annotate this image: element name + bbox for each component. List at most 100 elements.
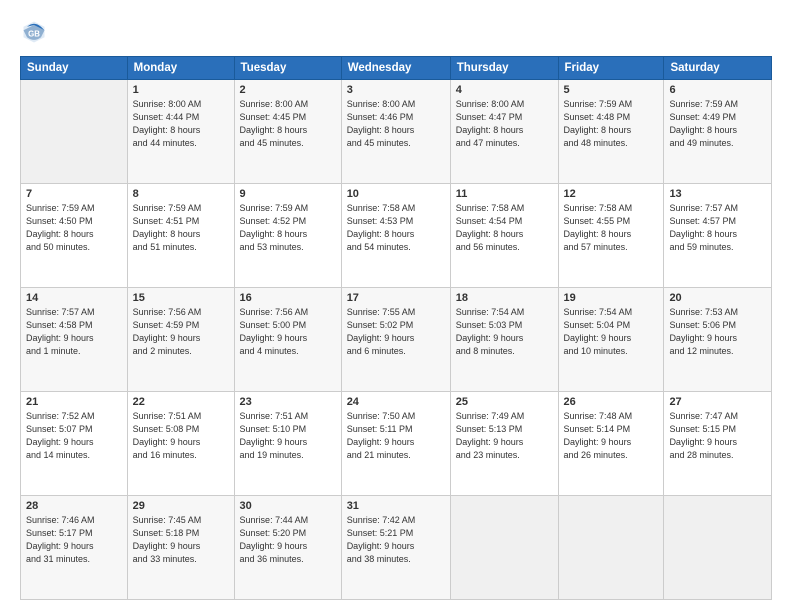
page: GB SundayMondayTuesdayWednesdayThursdayF… [0,0,792,612]
day-info: Sunrise: 8:00 AM Sunset: 4:47 PM Dayligh… [456,98,553,150]
day-info: Sunrise: 7:51 AM Sunset: 5:08 PM Dayligh… [133,410,229,462]
day-info: Sunrise: 7:56 AM Sunset: 5:00 PM Dayligh… [240,306,336,358]
day-info: Sunrise: 7:54 AM Sunset: 5:03 PM Dayligh… [456,306,553,358]
calendar-cell: 25 Sunrise: 7:49 AM Sunset: 5:13 PM Dayli… [450,392,558,496]
header-cell-thursday: Thursday [450,57,558,80]
calendar-header: SundayMondayTuesdayWednesdayThursdayFrid… [21,57,772,80]
logo: GB [20,18,52,46]
calendar-cell [558,496,664,600]
day-number: 11 [456,188,553,200]
calendar-cell: 21 Sunrise: 7:52 AM Sunset: 5:07 PM Dayli… [21,392,128,496]
calendar-week-row: 21 Sunrise: 7:52 AM Sunset: 5:07 PM Dayli… [21,392,772,496]
day-info: Sunrise: 7:51 AM Sunset: 5:10 PM Dayligh… [240,410,336,462]
header-cell-wednesday: Wednesday [341,57,450,80]
day-number: 8 [133,188,229,200]
calendar-cell: 14 Sunrise: 7:57 AM Sunset: 4:58 PM Dayli… [21,288,128,392]
header-cell-tuesday: Tuesday [234,57,341,80]
calendar-cell [664,496,772,600]
day-number: 23 [240,396,336,408]
day-info: Sunrise: 7:48 AM Sunset: 5:14 PM Dayligh… [564,410,659,462]
calendar-cell: 8Sunrise: 7:59 AM Sunset: 4:51 PM Daylig… [127,184,234,288]
day-info: Sunrise: 7:57 AM Sunset: 4:57 PM Dayligh… [669,202,766,254]
day-number: 31 [347,500,445,512]
calendar-cell: 12 Sunrise: 7:58 AM Sunset: 4:55 PM Dayli… [558,184,664,288]
day-info: Sunrise: 7:59 AM Sunset: 4:48 PM Dayligh… [564,98,659,150]
day-info: Sunrise: 7:49 AM Sunset: 5:13 PM Dayligh… [456,410,553,462]
calendar-cell: 23 Sunrise: 7:51 AM Sunset: 5:10 PM Dayli… [234,392,341,496]
header: GB [20,18,772,46]
day-info: Sunrise: 7:57 AM Sunset: 4:58 PM Dayligh… [26,306,122,358]
day-number: 3 [347,84,445,96]
day-info: Sunrise: 7:58 AM Sunset: 4:53 PM Dayligh… [347,202,445,254]
day-info: Sunrise: 7:44 AM Sunset: 5:20 PM Dayligh… [240,514,336,566]
day-info: Sunrise: 7:42 AM Sunset: 5:21 PM Dayligh… [347,514,445,566]
calendar-cell: 15 Sunrise: 7:56 AM Sunset: 4:59 PM Dayli… [127,288,234,392]
day-number: 27 [669,396,766,408]
day-info: Sunrise: 7:58 AM Sunset: 4:55 PM Dayligh… [564,202,659,254]
day-info: Sunrise: 7:58 AM Sunset: 4:54 PM Dayligh… [456,202,553,254]
day-info: Sunrise: 7:53 AM Sunset: 5:06 PM Dayligh… [669,306,766,358]
calendar-cell: 18Sunrise: 7:54 AM Sunset: 5:03 PM Dayli… [450,288,558,392]
day-number: 9 [240,188,336,200]
calendar-cell: 30 Sunrise: 7:44 AM Sunset: 5:20 PM Dayli… [234,496,341,600]
day-number: 15 [133,292,229,304]
calendar-header-row: SundayMondayTuesdayWednesdayThursdayFrid… [21,57,772,80]
day-number: 13 [669,188,766,200]
day-info: Sunrise: 7:59 AM Sunset: 4:50 PM Dayligh… [26,202,122,254]
calendar-body: 1Sunrise: 8:00 AM Sunset: 4:44 PM Daylig… [21,80,772,600]
calendar-cell: 10 Sunrise: 7:58 AM Sunset: 4:53 PM Dayli… [341,184,450,288]
day-info: Sunrise: 8:00 AM Sunset: 4:46 PM Dayligh… [347,98,445,150]
day-number: 19 [564,292,659,304]
calendar-cell: 26 Sunrise: 7:48 AM Sunset: 5:14 PM Dayli… [558,392,664,496]
day-number: 22 [133,396,229,408]
day-number: 25 [456,396,553,408]
calendar-cell: 1Sunrise: 8:00 AM Sunset: 4:44 PM Daylig… [127,80,234,184]
day-info: Sunrise: 8:00 AM Sunset: 4:45 PM Dayligh… [240,98,336,150]
calendar-cell: 29Sunrise: 7:45 AM Sunset: 5:18 PM Dayli… [127,496,234,600]
day-info: Sunrise: 7:59 AM Sunset: 4:49 PM Dayligh… [669,98,766,150]
calendar-cell: 22 Sunrise: 7:51 AM Sunset: 5:08 PM Dayli… [127,392,234,496]
calendar-cell: 5 Sunrise: 7:59 AM Sunset: 4:48 PM Daylig… [558,80,664,184]
calendar-week-row: 1Sunrise: 8:00 AM Sunset: 4:44 PM Daylig… [21,80,772,184]
calendar-cell [21,80,128,184]
calendar-week-row: 7Sunrise: 7:59 AM Sunset: 4:50 PM Daylig… [21,184,772,288]
header-cell-saturday: Saturday [664,57,772,80]
day-number: 5 [564,84,659,96]
day-info: Sunrise: 7:52 AM Sunset: 5:07 PM Dayligh… [26,410,122,462]
svg-text:GB: GB [28,29,40,38]
day-number: 26 [564,396,659,408]
day-number: 12 [564,188,659,200]
day-info: Sunrise: 7:59 AM Sunset: 4:52 PM Dayligh… [240,202,336,254]
day-number: 30 [240,500,336,512]
day-number: 28 [26,500,122,512]
day-number: 14 [26,292,122,304]
calendar-cell: 19 Sunrise: 7:54 AM Sunset: 5:04 PM Dayli… [558,288,664,392]
day-number: 24 [347,396,445,408]
day-number: 6 [669,84,766,96]
header-cell-sunday: Sunday [21,57,128,80]
calendar-cell: 31 Sunrise: 7:42 AM Sunset: 5:21 PM Dayli… [341,496,450,600]
calendar-cell: 13 Sunrise: 7:57 AM Sunset: 4:57 PM Dayli… [664,184,772,288]
calendar-cell: 4 Sunrise: 8:00 AM Sunset: 4:47 PM Daylig… [450,80,558,184]
calendar-cell: 16Sunrise: 7:56 AM Sunset: 5:00 PM Dayli… [234,288,341,392]
day-info: Sunrise: 7:50 AM Sunset: 5:11 PM Dayligh… [347,410,445,462]
day-info: Sunrise: 7:54 AM Sunset: 5:04 PM Dayligh… [564,306,659,358]
day-number: 4 [456,84,553,96]
day-number: 21 [26,396,122,408]
calendar-cell: 9 Sunrise: 7:59 AM Sunset: 4:52 PM Daylig… [234,184,341,288]
day-info: Sunrise: 7:55 AM Sunset: 5:02 PM Dayligh… [347,306,445,358]
day-info: Sunrise: 7:46 AM Sunset: 5:17 PM Dayligh… [26,514,122,566]
calendar-cell: 17Sunrise: 7:55 AM Sunset: 5:02 PM Dayli… [341,288,450,392]
calendar-cell: 28 Sunrise: 7:46 AM Sunset: 5:17 PM Dayli… [21,496,128,600]
calendar-cell: 24 Sunrise: 7:50 AM Sunset: 5:11 PM Dayli… [341,392,450,496]
calendar-cell: 27 Sunrise: 7:47 AM Sunset: 5:15 PM Dayli… [664,392,772,496]
day-number: 10 [347,188,445,200]
calendar-cell: 7Sunrise: 7:59 AM Sunset: 4:50 PM Daylig… [21,184,128,288]
calendar-week-row: 14 Sunrise: 7:57 AM Sunset: 4:58 PM Dayli… [21,288,772,392]
day-number: 20 [669,292,766,304]
calendar-week-row: 28 Sunrise: 7:46 AM Sunset: 5:17 PM Dayli… [21,496,772,600]
day-info: Sunrise: 7:56 AM Sunset: 4:59 PM Dayligh… [133,306,229,358]
calendar-cell: 2Sunrise: 8:00 AM Sunset: 4:45 PM Daylig… [234,80,341,184]
day-number: 1 [133,84,229,96]
day-info: Sunrise: 7:47 AM Sunset: 5:15 PM Dayligh… [669,410,766,462]
